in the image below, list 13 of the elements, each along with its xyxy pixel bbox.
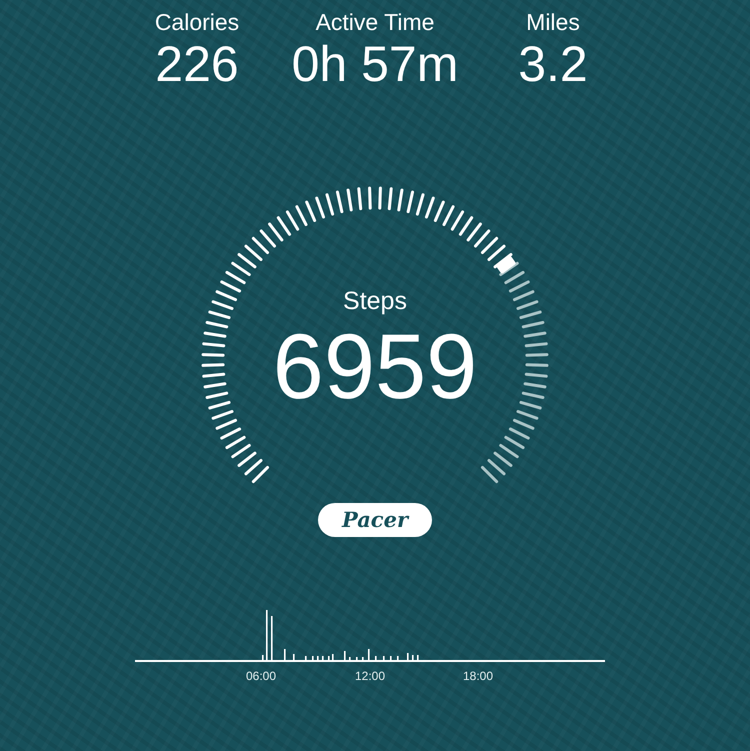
logo: Pacer bbox=[318, 503, 432, 537]
stat-label: Active Time bbox=[314, 8, 436, 36]
steps-label: Steps bbox=[342, 286, 408, 317]
steps-count: 6959 bbox=[272, 315, 478, 420]
time-label: 12:00 bbox=[354, 668, 386, 685]
time-label: 06:00 bbox=[246, 668, 276, 685]
stat-label: Miles bbox=[525, 8, 581, 36]
stat-label: Calories bbox=[154, 8, 240, 36]
stat-value: 3.2 bbox=[517, 36, 589, 92]
stat-value: 226 bbox=[154, 36, 240, 92]
progress-marker bbox=[496, 255, 516, 274]
time-label: 18:00 bbox=[462, 668, 494, 685]
stat-value: 0h 57m bbox=[290, 36, 460, 92]
